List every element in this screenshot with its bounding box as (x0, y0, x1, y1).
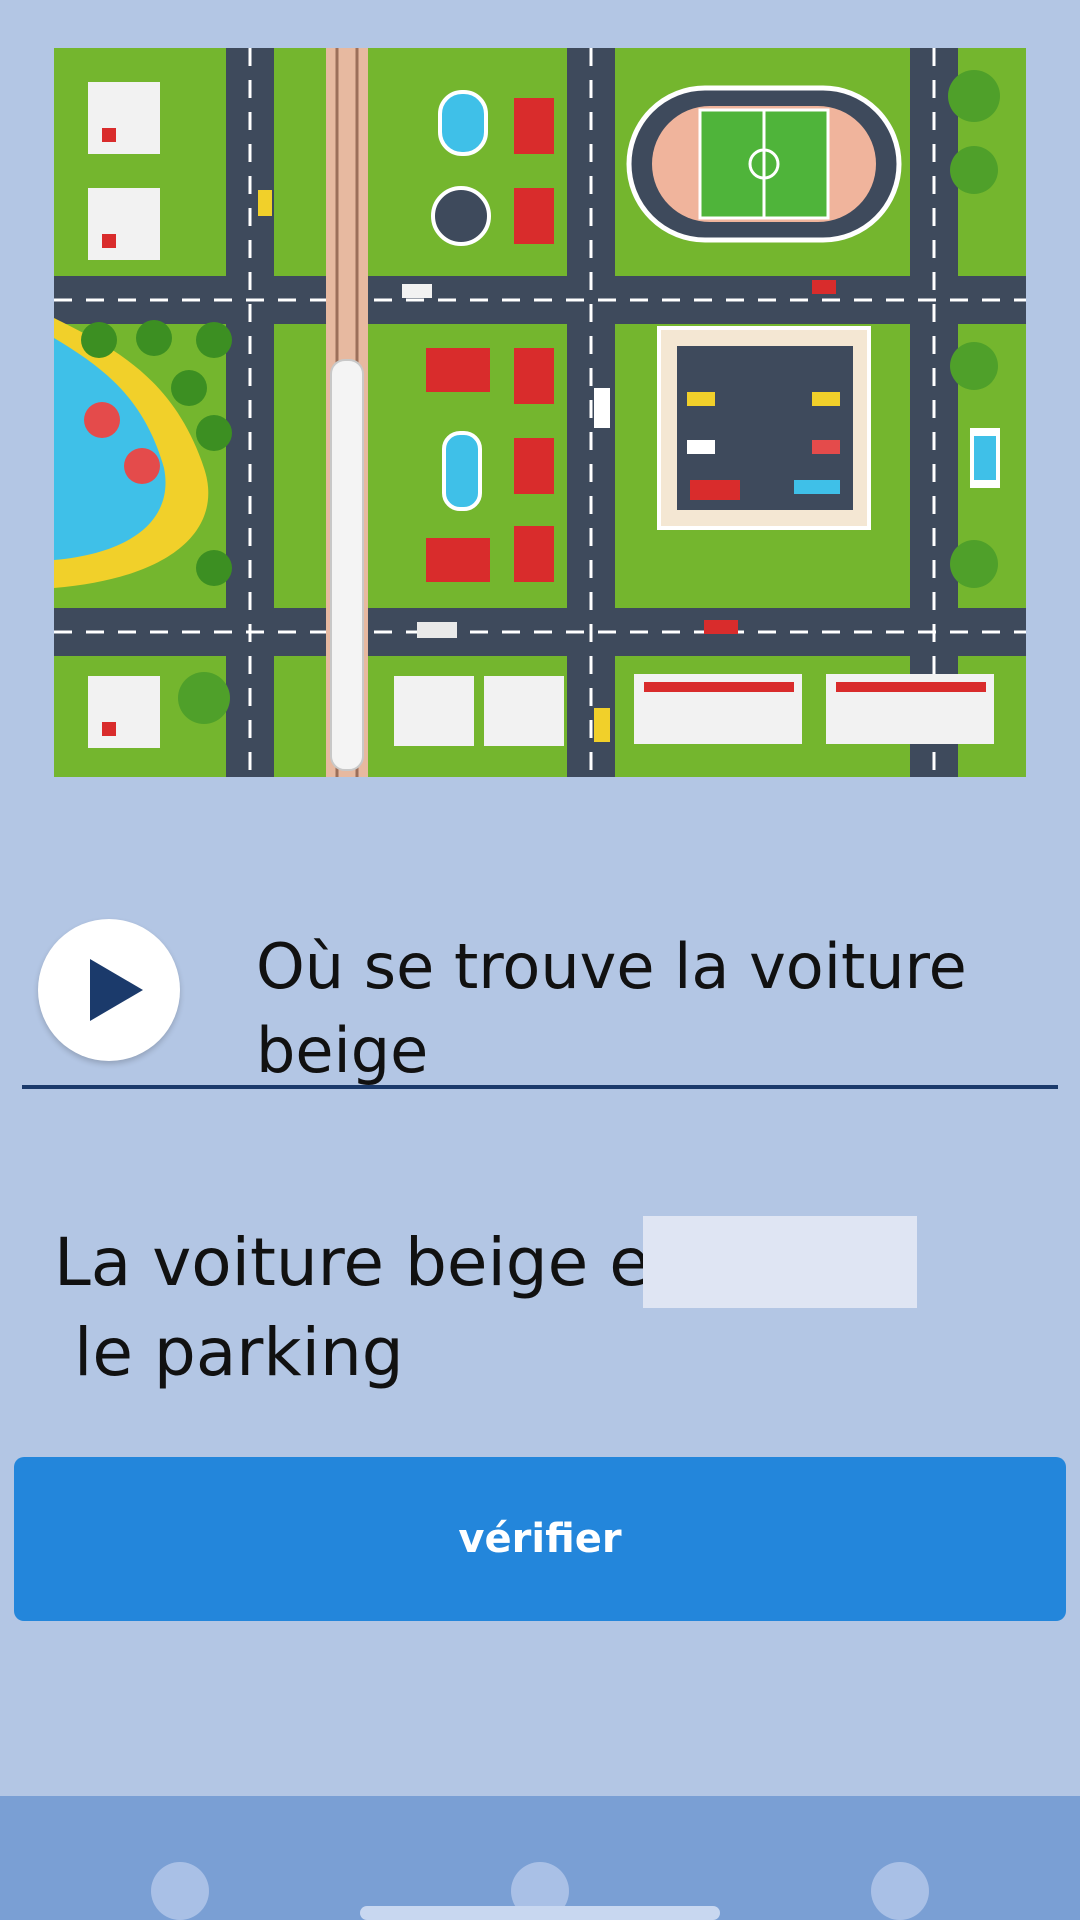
play-icon (90, 959, 143, 1021)
play-audio-button[interactable] (38, 919, 180, 1061)
city-map-illustration (54, 48, 1026, 777)
sentence-before: La voiture beige est (54, 1224, 711, 1301)
system-nav-bar (0, 1796, 1080, 1920)
sentence-after: le parking (74, 1314, 404, 1391)
verify-button[interactable]: vérifier (14, 1457, 1066, 1621)
answer-input[interactable] (643, 1216, 917, 1308)
question-text: Où se trouve la voiture beige (256, 930, 967, 1087)
nav-recents-button[interactable] (871, 1862, 929, 1920)
question-row: Où se trouve la voiture beige (22, 905, 1058, 1089)
home-indicator[interactable] (360, 1906, 720, 1920)
nav-back-button[interactable] (151, 1862, 209, 1920)
